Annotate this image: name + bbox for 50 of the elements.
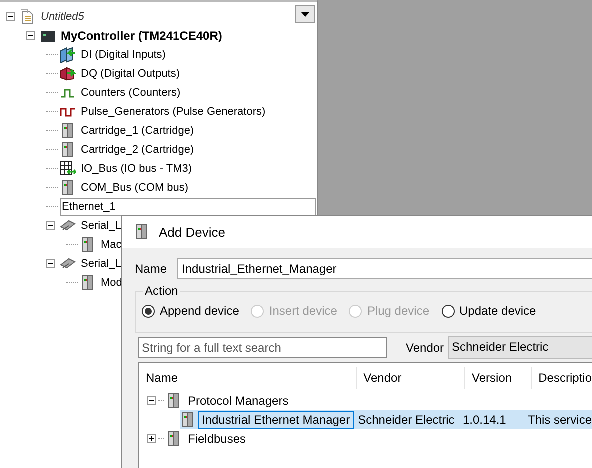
column-header[interactable]: Version — [465, 367, 532, 389]
group-item[interactable]: Fieldbuses — [188, 432, 246, 446]
connector-icon — [60, 256, 76, 272]
group-item[interactable]: Protocol Managers — [188, 394, 289, 408]
tree-item[interactable]: Serial_L — [81, 258, 122, 270]
column-header[interactable]: Descriptio — [532, 367, 592, 389]
search-field[interactable]: String for a full text search — [138, 337, 387, 358]
collapse-toggle[interactable] — [26, 31, 35, 40]
tree-item[interactable]: Pulse_Generators (Pulse Generators) — [81, 106, 266, 118]
tree-item[interactable]: Cartridge_2 (Cartridge) — [81, 144, 194, 156]
rename-field[interactable]: Ethernet_1 — [60, 198, 316, 216]
table-cell-text: 1.0.14.1 — [462, 412, 508, 426]
tree-item[interactable]: DQ (Digital Outputs) — [81, 68, 180, 80]
tree-item[interactable]: DI (Digital Inputs) — [81, 48, 166, 60]
radio-button[interactable] — [142, 304, 155, 318]
table-cell-text: Schneider Electric — [357, 412, 456, 426]
tree-item[interactable]: Serial_L — [81, 220, 122, 232]
tree-item[interactable]: COM_Bus (COM bus) — [81, 182, 189, 194]
group-label: Action — [143, 284, 180, 298]
radio-label[interactable]: Update device — [460, 304, 536, 318]
tree-item[interactable]: MyController (TM241CE40R) — [61, 28, 222, 42]
column-header[interactable]: Name — [139, 367, 357, 389]
output-icon — [60, 66, 76, 82]
vendor-label: Vendor — [406, 340, 446, 354]
table-cell: Industrial Ethernet Manager — [198, 410, 354, 428]
tree-item[interactable]: IO_Bus (IO bus - TM3) — [81, 162, 192, 174]
device-row[interactable]: Industrial Ethernet Manager Schneider Electric 1.0.14.1 This service — [180, 410, 592, 429]
document-icon — [20, 8, 36, 24]
caret-icon — [300, 12, 310, 16]
tree-item[interactable]: Cartridge_1 (Cartridge) — [81, 124, 194, 136]
collapse-toggle[interactable] — [46, 221, 55, 230]
radio-label[interactable]: Append device — [160, 304, 240, 318]
radio-button[interactable] — [442, 304, 454, 318]
tree-item[interactable]: Counters (Counters) — [81, 86, 181, 98]
connector-icon — [60, 218, 76, 234]
collapse-toggle[interactable] — [147, 396, 156, 405]
collapse-toggle[interactable] — [6, 12, 15, 21]
vendor-dropdown[interactable]: Schneider Electric — [448, 336, 592, 359]
name-label: Name — [135, 262, 168, 276]
tree-item[interactable]: Mac — [101, 238, 122, 250]
dialog-title: Add Device — [159, 224, 226, 240]
tree-item[interactable]: Untitled5 — [41, 10, 84, 22]
collapse-toggle[interactable] — [46, 259, 55, 268]
dropdown-button[interactable] — [295, 5, 315, 23]
column-header[interactable]: Vendor — [356, 367, 466, 389]
collapse-toggle[interactable] — [147, 434, 156, 443]
input-icon — [60, 46, 76, 62]
bus-icon — [60, 160, 76, 176]
table-cell-text: This service — [526, 412, 592, 426]
name-field[interactable]: Industrial_Ethernet_Manager — [177, 258, 592, 279]
